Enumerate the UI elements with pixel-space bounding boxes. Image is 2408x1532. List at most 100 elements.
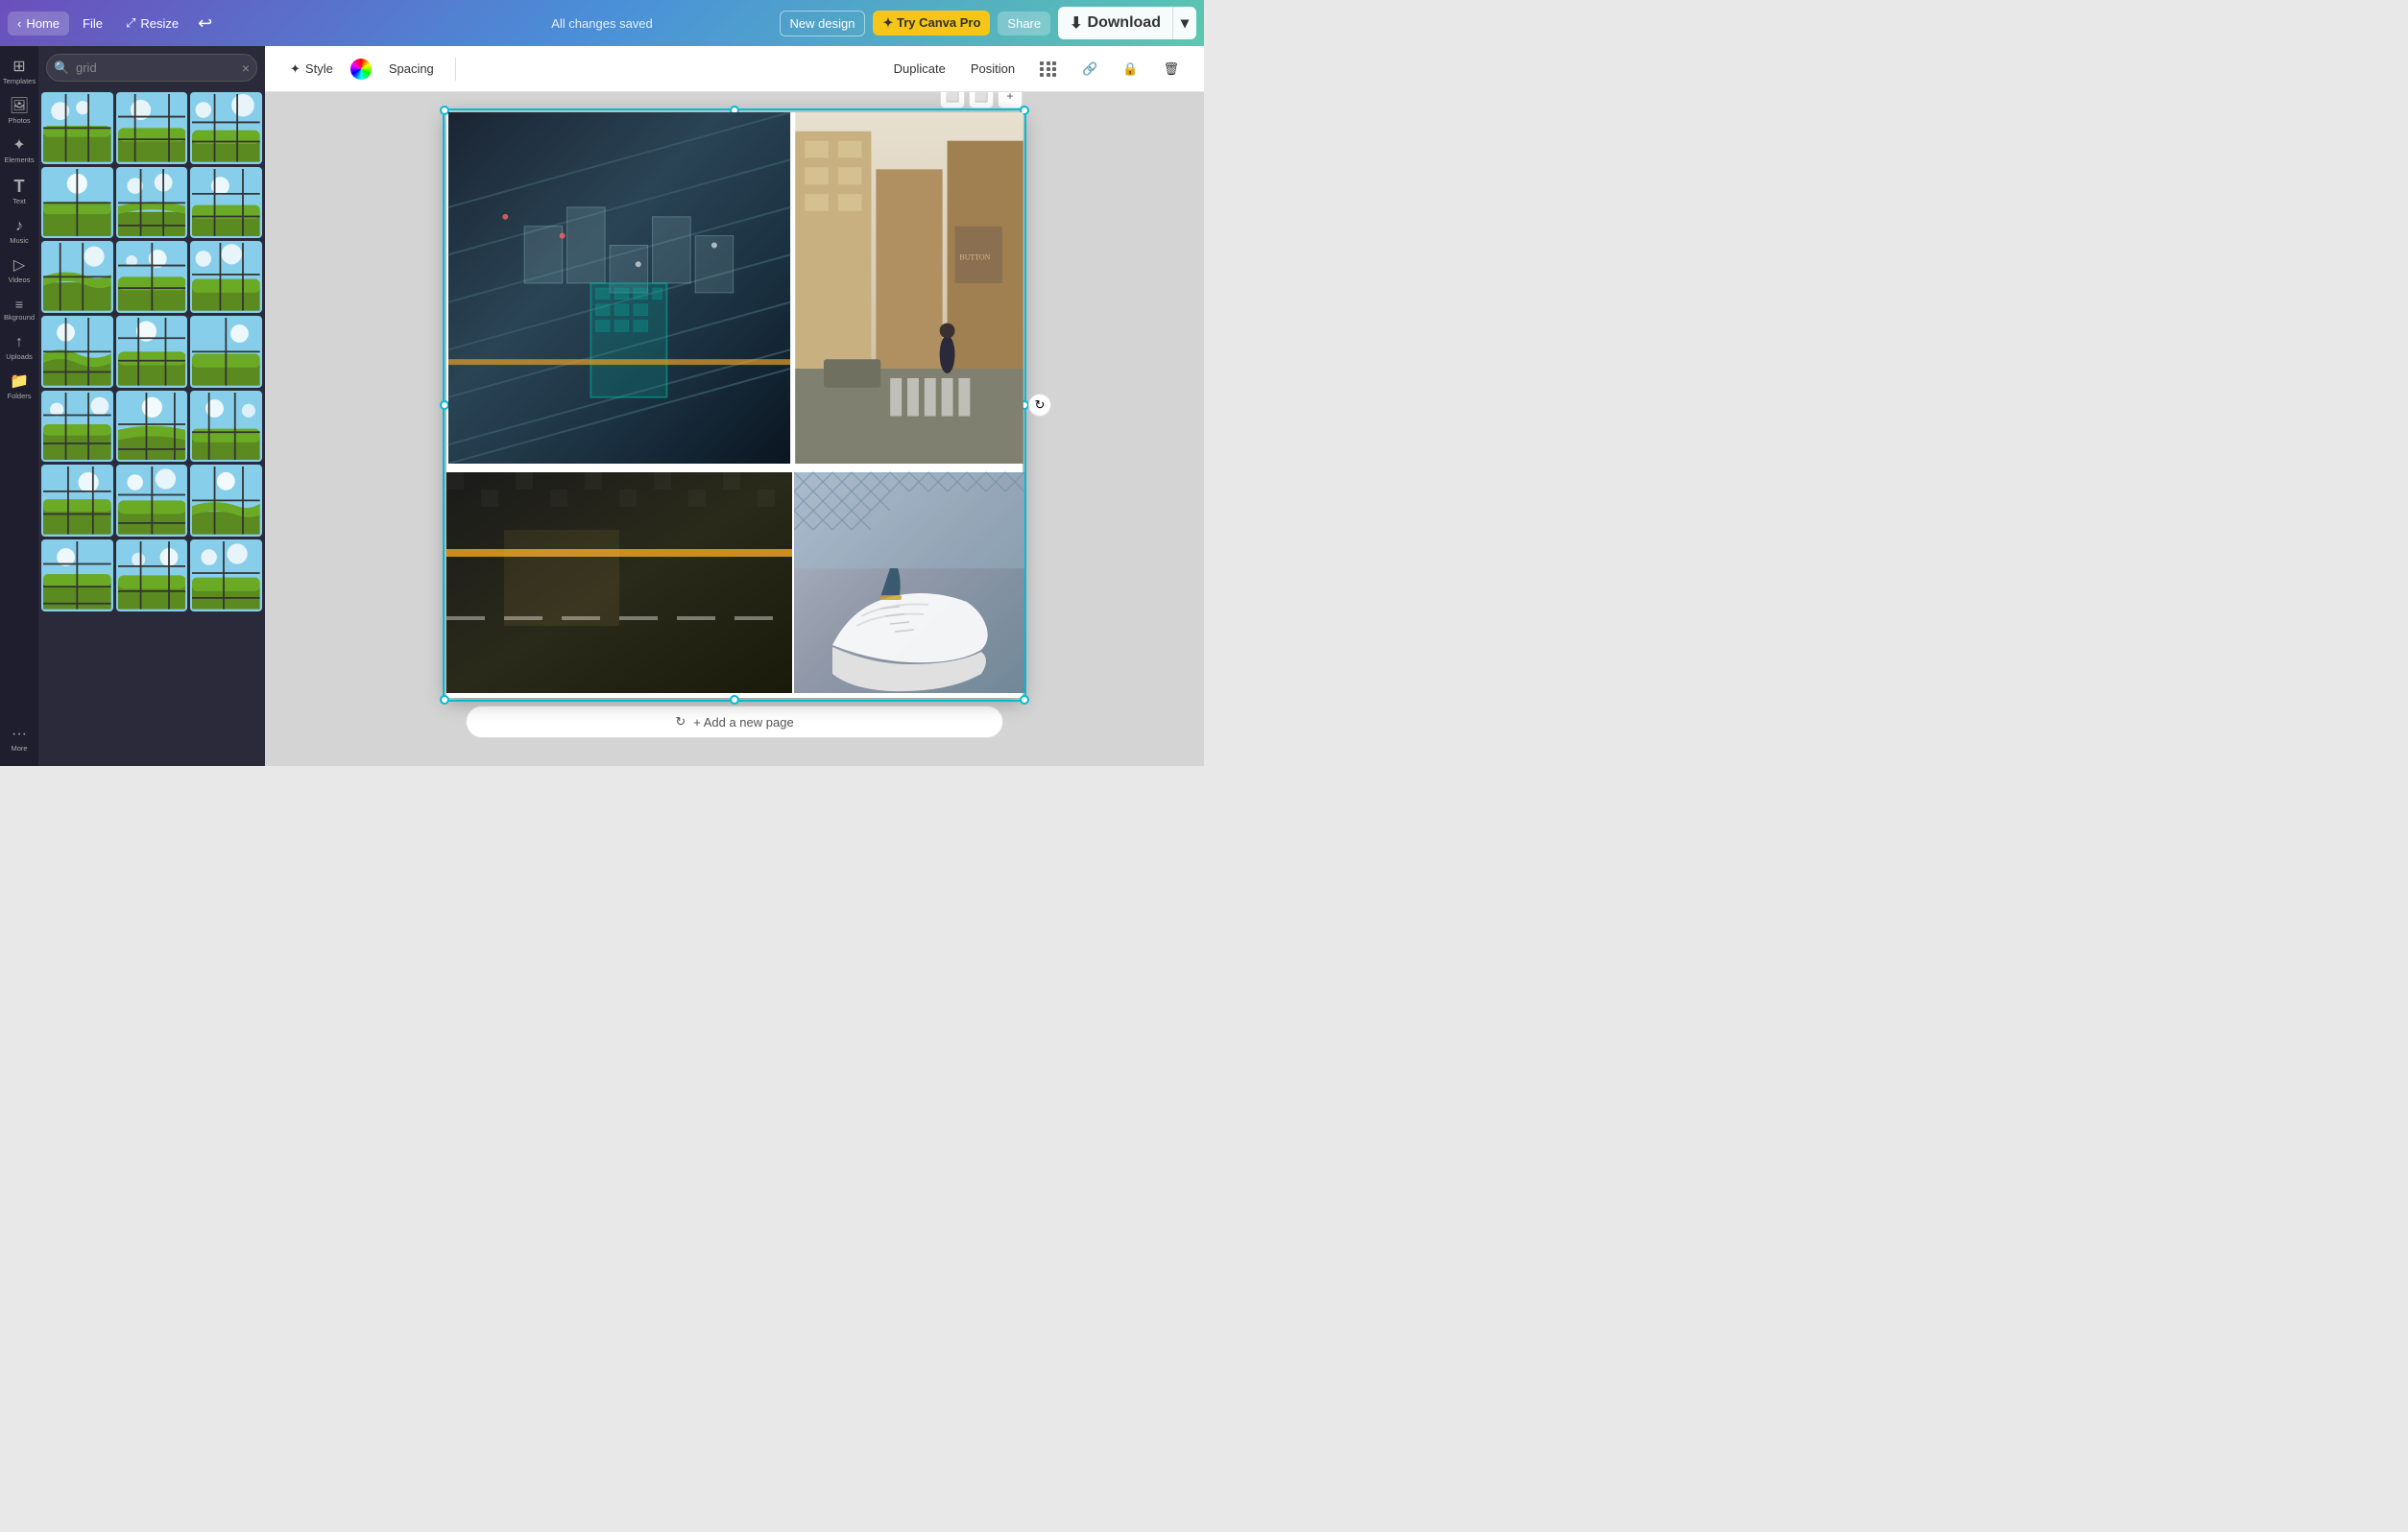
home-button[interactable]: ‹ Home (8, 12, 69, 36)
music-icon: ♪ (15, 219, 23, 234)
download-dropdown[interactable]: ▾ (1173, 7, 1196, 39)
topbar-left: ‹ Home File ⤢ Resize ↩ All changes saved (8, 10, 776, 37)
canvas-controls: ⬜ ⬜ + (940, 92, 1023, 108)
music-label: Music (10, 236, 29, 245)
canvas-ctrl-copy[interactable]: ⬜ (969, 92, 994, 108)
undo-icon: ↩ (198, 13, 212, 33)
undo-button[interactable]: ↩ (192, 10, 218, 37)
rotate-handle[interactable]: ↻ (1028, 394, 1051, 417)
template-item[interactable] (41, 167, 113, 239)
template-item[interactable] (190, 465, 262, 537)
style-icon: ✦ (290, 61, 301, 77)
add-page-icon: ↻ (675, 714, 686, 730)
download-main[interactable]: ⬇ Download (1058, 7, 1173, 39)
template-item[interactable] (116, 465, 188, 537)
spacing-button[interactable]: Spacing (379, 57, 444, 81)
delete-button[interactable]: 🗑 (1153, 57, 1189, 82)
background-icon: ≡ (15, 298, 23, 311)
chevron-left-icon: ‹ (17, 16, 21, 31)
photo-cell-street[interactable]: BUTTON (794, 112, 1024, 464)
resize-button[interactable]: ⤢ Resize (116, 11, 188, 36)
template-item[interactable] (41, 391, 113, 463)
canvas-ctrl-frame[interactable]: ⬜ (940, 92, 965, 108)
try-canva-button[interactable]: ✦ Try Canva Pro (873, 11, 990, 36)
rotate-icon: ↻ (1035, 397, 1046, 413)
file-label: File (83, 16, 103, 31)
close-icon[interactable]: × (242, 60, 250, 76)
background-label: Bkground (4, 313, 35, 322)
duplicate-label: Duplicate (894, 61, 946, 76)
dots-grid-icon (1040, 61, 1057, 77)
videos-icon: ▷ (13, 258, 25, 274)
link-button[interactable]: 🔗 (1072, 57, 1107, 82)
sidebar-item-videos[interactable]: ▷ Videos (2, 252, 36, 290)
elements-icon: ✦ (12, 138, 25, 154)
home-label: Home (26, 16, 60, 31)
topbar-right: New design ✦ Try Canva Pro Share ⬇ Downl… (780, 7, 1196, 39)
canvas-scroll[interactable]: ⬜ ⬜ + (265, 92, 1204, 766)
search-icon: 🔍 (54, 60, 69, 76)
templates-icon: ⊞ (12, 60, 25, 75)
template-item[interactable] (190, 167, 262, 239)
download-label: Download (1088, 14, 1161, 32)
download-icon: ⬇ (1070, 13, 1082, 33)
templates-label: Templates (3, 77, 36, 85)
canvas-ctrl-add[interactable]: + (998, 92, 1023, 108)
sidebar-item-text[interactable]: T Text (2, 172, 36, 211)
folders-icon: 📁 (10, 374, 29, 390)
sidebar-item-more[interactable]: ··· More (2, 721, 36, 758)
photo-cell-aerial[interactable] (446, 112, 792, 464)
duplicate-button[interactable]: Duplicate (884, 57, 955, 81)
template-item[interactable] (190, 391, 262, 463)
color-wheel[interactable] (350, 59, 372, 80)
topbar: ‹ Home File ⤢ Resize ↩ All changes saved… (0, 0, 1204, 46)
template-item[interactable] (41, 92, 113, 164)
share-button[interactable]: Share (998, 12, 1050, 36)
folders-label: Folders (7, 392, 31, 400)
search-input[interactable] (46, 54, 257, 82)
sidebar-item-elements[interactable]: ✦ Elements (2, 132, 36, 170)
style-label: Style (305, 61, 333, 76)
lock-button[interactable]: 🔒 (1113, 57, 1147, 82)
template-item[interactable] (190, 316, 262, 388)
file-button[interactable]: File (73, 12, 112, 36)
sidebar-item-music[interactable]: ♪ Music (2, 213, 36, 251)
add-page-button[interactable]: ↻ + Add a new page (466, 706, 1003, 738)
template-item[interactable] (190, 92, 262, 164)
template-item[interactable] (190, 241, 262, 313)
photo-cell-road[interactable] (446, 466, 792, 700)
icon-sidebar: ⊞ Templates 🖼 Photos ✦ Elements T Text ♪… (0, 46, 38, 766)
photo-cell-shoe[interactable] (794, 466, 1024, 700)
template-item[interactable] (116, 241, 188, 313)
sidebar-item-background[interactable]: ≡ Bkground (2, 292, 36, 327)
spacing-label: Spacing (389, 61, 434, 76)
template-item[interactable] (41, 539, 113, 611)
canvas-frame: ↻ (446, 112, 1023, 698)
template-item[interactable] (41, 465, 113, 537)
new-design-button[interactable]: New design (780, 11, 866, 36)
template-item[interactable] (41, 316, 113, 388)
template-grid (38, 89, 265, 614)
template-item[interactable] (116, 92, 188, 164)
sidebar-item-photos[interactable]: 🖼 Photos (2, 93, 36, 131)
template-item[interactable] (116, 539, 188, 611)
sidebar-item-folders[interactable]: 📁 Folders (2, 369, 36, 406)
canvas-area: ✦ Style Spacing Duplicate Position (265, 46, 1204, 766)
search-bar: 🔍 × (46, 54, 257, 82)
position-button[interactable]: Position (961, 57, 1024, 81)
lock-icon: 🔒 (1122, 61, 1138, 77)
toolbar: ✦ Style Spacing Duplicate Position (265, 46, 1204, 92)
svg-text:BUTTON: BUTTON (959, 252, 990, 261)
elements-label: Elements (4, 156, 34, 164)
download-button[interactable]: ⬇ Download ▾ (1058, 7, 1196, 39)
resize-label: Resize (140, 16, 179, 31)
dots-grid-button[interactable] (1030, 57, 1067, 82)
sidebar-item-templates[interactable]: ⊞ Templates (2, 54, 36, 91)
template-item[interactable] (116, 167, 188, 239)
template-item[interactable] (116, 391, 188, 463)
sidebar-item-uploads[interactable]: ↑ Uploads (2, 329, 36, 367)
template-item[interactable] (116, 316, 188, 388)
template-item[interactable] (41, 241, 113, 313)
template-item[interactable] (190, 539, 262, 611)
style-button[interactable]: ✦ Style (280, 57, 343, 82)
